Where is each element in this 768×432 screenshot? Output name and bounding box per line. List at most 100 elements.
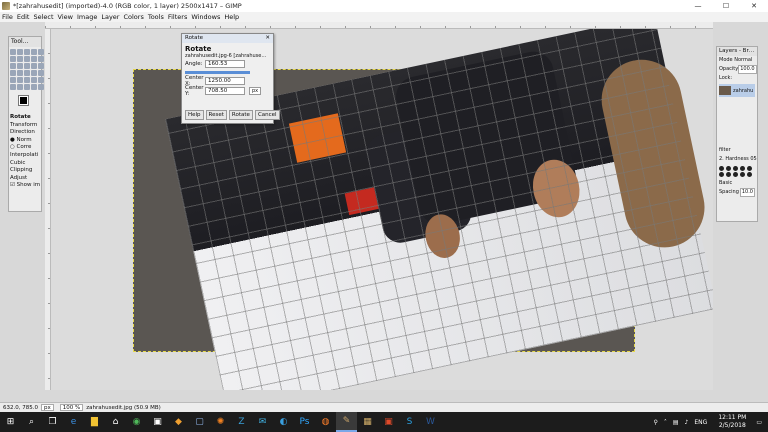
blender-icon[interactable]: ✺ [210,412,231,432]
reset-button[interactable]: Reset [205,110,227,120]
brush-swatch-icon[interactable] [747,166,752,171]
unit-dropdown[interactable]: px [41,404,54,411]
photoshop-icon[interactable]: Ps [294,412,315,432]
menu-view[interactable]: View [58,13,73,21]
angle-input[interactable]: 160.53 [205,60,245,68]
menu-edit[interactable]: Edit [17,13,30,21]
mode-select[interactable]: Mode Normal [719,56,752,65]
crop-tool-icon[interactable] [31,63,37,69]
layer-item[interactable]: zahrahu [719,84,755,97]
menu-select[interactable]: Select [33,13,53,21]
file-explorer-icon[interactable]: ▇ [84,412,105,432]
brush-swatch-icon[interactable] [733,172,738,177]
eraser-tool-icon[interactable] [10,84,16,90]
measure-tool-icon[interactable] [10,63,16,69]
foreground-select-tool-icon[interactable] [17,56,23,62]
menu-tools[interactable]: Tools [148,13,164,21]
menu-filters[interactable]: Filters [168,13,187,21]
cancel-button[interactable]: Cancel [254,110,280,120]
language-indicator[interactable]: ENG [694,419,707,426]
brush-swatch-icon[interactable] [719,166,724,171]
menu-image[interactable]: Image [77,13,97,21]
free-select-tool-icon[interactable] [24,49,30,55]
notifications-icon[interactable]: ▭ [756,419,762,426]
people-icon[interactable]: ⚲ [653,419,657,426]
minimize-button[interactable]: — [684,0,712,12]
word-app-icon[interactable]: ▢ [189,412,210,432]
task-view-icon[interactable]: ❐ [42,412,63,432]
volume-icon[interactable]: ♪ [685,419,689,426]
clone-tool-icon[interactable] [31,84,37,90]
interpolation-select[interactable]: Cubic [10,160,40,168]
align-tool-icon[interactable] [24,63,30,69]
show-image-preview-checkbox[interactable]: ☑ Show im [10,182,40,190]
brush-swatch-icon[interactable] [747,172,752,177]
paths-tool-icon[interactable] [24,56,30,62]
horizontal-ruler[interactable] [45,22,713,29]
image-canvas[interactable] [51,29,713,390]
flip-tool-icon[interactable] [31,70,37,76]
brush-preset-select[interactable]: Basic [719,179,732,188]
store-icon[interactable]: ⌂ [105,412,126,432]
archive-icon[interactable]: ▦ [357,412,378,432]
chevron-up-icon[interactable]: ˄ [664,419,667,426]
ink-tool-icon[interactable] [24,84,30,90]
spacing-input[interactable]: 10.0 [739,188,755,197]
rotate-dialog-header[interactable]: Rotate ✕ [182,34,273,43]
edge-icon[interactable]: e [63,412,84,432]
foreground-color-swatch[interactable] [18,95,29,106]
office-icon[interactable]: ▣ [378,412,399,432]
close-button[interactable]: ✕ [740,0,768,12]
brush-swatch-icon[interactable] [726,166,731,171]
ms-word-icon[interactable]: W [420,412,441,432]
opacity-input[interactable]: 100.0 [738,65,757,74]
zoom-dropdown[interactable]: 100 % [59,404,84,411]
network-icon[interactable]: ▤ [673,419,679,426]
chrome-icon[interactable]: ◉ [126,412,147,432]
windows-start-icon[interactable]: ⊞ [0,412,21,432]
move-tool-icon[interactable] [17,63,23,69]
bucket-fill-tool-icon[interactable] [17,77,23,83]
shear-tool-icon[interactable] [17,70,23,76]
cage-tool-icon[interactable] [38,70,44,76]
menu-help[interactable]: Help [224,13,239,21]
direction-normal-radio[interactable]: ● Norm [10,137,40,145]
rotate-button[interactable]: Rotate [228,110,253,120]
scissors-tool-icon[interactable] [10,56,16,62]
brush-swatch-icon[interactable] [733,166,738,171]
clock[interactable]: 12:11 PM 2/5/2018 [718,414,746,430]
rotate-tool-icon[interactable] [38,63,44,69]
center-y-input[interactable]: 708.50 [205,87,245,95]
media-player-icon[interactable]: ▣ [147,412,168,432]
gradient-tool-icon[interactable] [24,77,30,83]
paintbrush-tool-icon[interactable] [38,77,44,83]
maps-icon[interactable]: ◆ [168,412,189,432]
color-select-tool-icon[interactable] [38,49,44,55]
maximize-button[interactable]: ☐ [712,0,740,12]
perspective-tool-icon[interactable] [24,70,30,76]
brush-filter-input[interactable]: filter [719,146,731,155]
brush-swatch-icon[interactable] [740,172,745,177]
airbrush-tool-icon[interactable] [17,84,23,90]
scale-tool-icon[interactable] [10,70,16,76]
app-z-icon[interactable]: Z [231,412,252,432]
help-button[interactable]: Help [185,110,204,120]
brush-swatch-icon[interactable] [740,166,745,171]
brush-swatch-icon[interactable] [719,172,724,177]
mail-icon[interactable]: ◐ [273,412,294,432]
menu-file[interactable]: File [2,13,13,21]
vpn-icon[interactable]: ✉ [252,412,273,432]
search-icon[interactable]: ⌕ [21,412,42,432]
firefox-icon[interactable]: ◍ [315,412,336,432]
menu-windows[interactable]: Windows [191,13,220,21]
angle-slider[interactable] [185,71,250,74]
rect-select-tool-icon[interactable] [10,49,16,55]
zoom-tool-icon[interactable] [38,56,44,62]
text-tool-icon[interactable] [10,77,16,83]
fuzzy-select-tool-icon[interactable] [31,49,37,55]
gimp-icon[interactable]: ✎ [336,412,357,432]
brush-swatch-icon[interactable] [726,172,731,177]
ellipse-select-tool-icon[interactable] [17,49,23,55]
unit-select[interactable]: px [249,87,262,95]
color-picker-tool-icon[interactable] [31,56,37,62]
